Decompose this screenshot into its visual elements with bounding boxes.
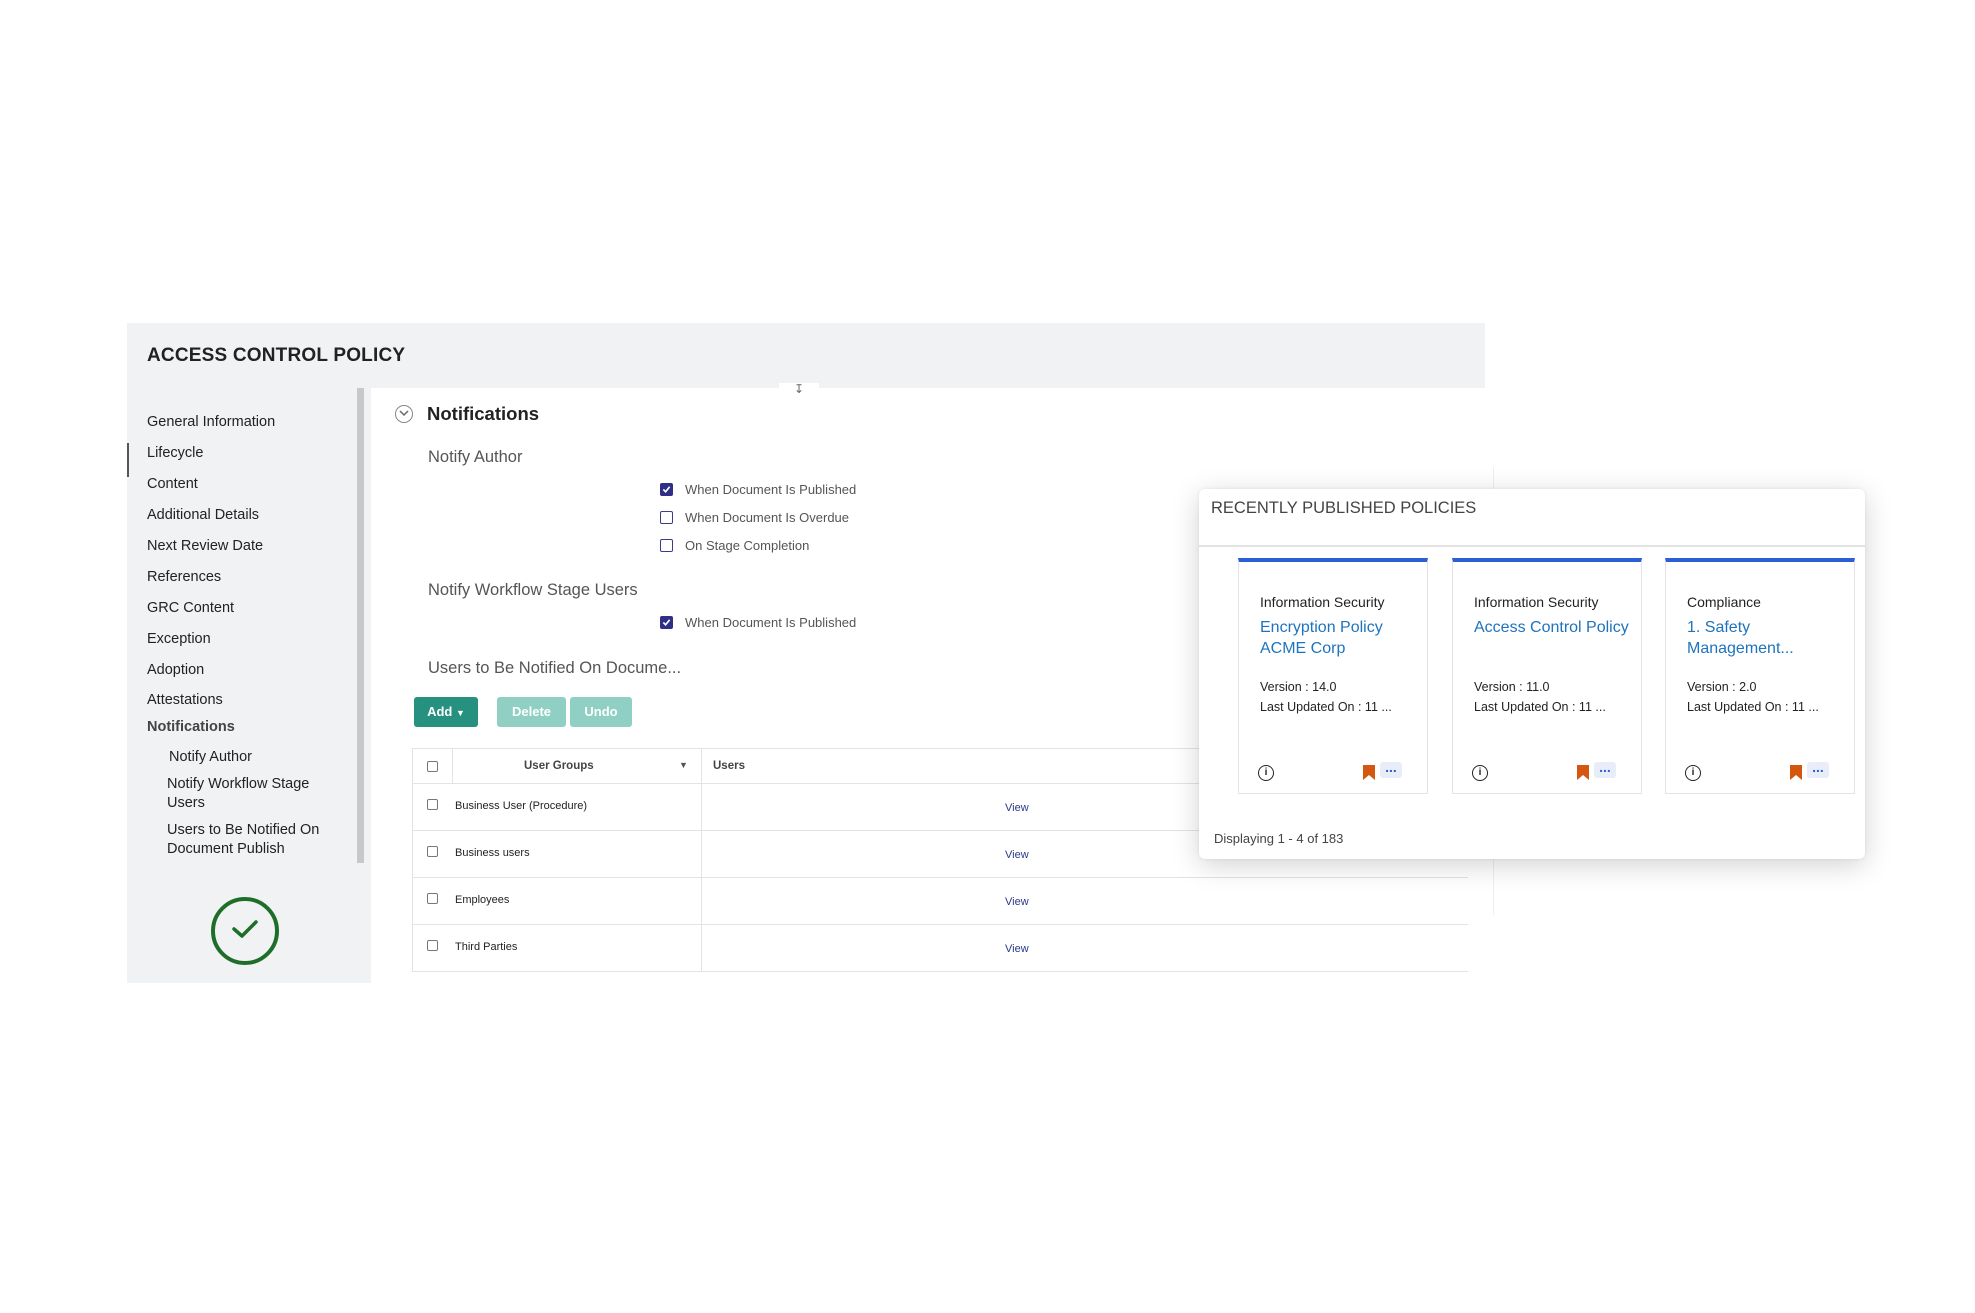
popup-divider <box>1199 545 1865 547</box>
card-policy-link[interactable]: Access Control Policy <box>1474 617 1634 638</box>
card-policy-link[interactable]: 1. Safety Management... <box>1687 617 1847 659</box>
collapse-chevron-icon[interactable] <box>395 405 413 423</box>
sidebar-item-adoption[interactable]: Adoption <box>147 662 204 678</box>
sort-caret-icon[interactable]: ▼ <box>679 760 688 770</box>
sidebar-item-next-review-date[interactable]: Next Review Date <box>147 538 263 554</box>
sidebar-item-lifecycle[interactable]: Lifecycle <box>147 445 203 461</box>
more-options-icon[interactable]: ... <box>1807 760 1829 778</box>
bookmark-icon[interactable] <box>1363 765 1375 780</box>
view-link[interactable]: View <box>1005 849 1029 861</box>
info-icon[interactable]: i <box>1472 765 1488 781</box>
more-options-icon[interactable]: ... <box>1380 760 1402 778</box>
view-link[interactable]: View <box>1005 943 1029 955</box>
card-category: Information Security <box>1260 594 1385 610</box>
row-checkbox[interactable] <box>427 799 438 810</box>
card-last-updated: Last Updated On : 11 ... <box>1260 700 1392 714</box>
checkbox-label: When Document Is Published <box>685 482 857 497</box>
checkbox-label: When Document Is Overdue <box>685 510 850 525</box>
sidebar-item-references[interactable]: References <box>147 569 221 585</box>
table-cell-group: Business users <box>455 847 530 859</box>
checkbox-author-stage-completion[interactable] <box>660 539 673 552</box>
row-checkbox[interactable] <box>427 846 438 857</box>
bookmark-icon[interactable] <box>1790 765 1802 780</box>
page-title: ACCESS CONTROL POLICY <box>147 345 406 366</box>
sidebar-item-exception[interactable]: Exception <box>147 631 211 647</box>
policy-card[interactable]: Compliance 1. Safety Management... Versi… <box>1665 558 1855 794</box>
sidebar-subitem-notify-workflow-stage-users[interactable]: Notify Workflow Stage Users <box>167 775 337 813</box>
notify-workflow-heading: Notify Workflow Stage Users <box>428 581 638 599</box>
policy-card[interactable]: Information Security Access Control Poli… <box>1452 558 1642 794</box>
table-cell-group: Third Parties <box>455 941 518 953</box>
card-category: Compliance <box>1687 594 1761 610</box>
sidebar-item-attestations[interactable]: Attestations <box>147 692 223 708</box>
sidebar-item-additional-details[interactable]: Additional Details <box>147 507 259 523</box>
add-button[interactable]: Add ▼ <box>414 697 478 727</box>
check-complete-icon <box>211 897 279 965</box>
caret-down-icon: ▼ <box>455 708 465 718</box>
popup-title: RECENTLY PUBLISHED POLICIES <box>1211 499 1477 517</box>
row-checkbox[interactable] <box>427 940 438 951</box>
card-last-updated: Last Updated On : 11 ... <box>1687 700 1819 714</box>
sidebar-item-content[interactable]: Content <box>147 476 198 492</box>
card-last-updated: Last Updated On : 11 ... <box>1474 700 1606 714</box>
card-category: Information Security <box>1474 594 1599 610</box>
column-header-users[interactable]: Users <box>713 760 745 772</box>
card-version: Version : 2.0 <box>1687 680 1757 694</box>
select-all-checkbox[interactable] <box>427 761 438 772</box>
section-title: Notifications <box>427 403 540 424</box>
table-border <box>412 877 1468 878</box>
sidebar-item-notifications[interactable]: Notifications <box>147 719 235 735</box>
checkbox-workflow-published[interactable] <box>660 616 673 629</box>
table-border <box>701 748 702 971</box>
view-link[interactable]: View <box>1005 802 1029 814</box>
column-header-user-groups[interactable]: User Groups <box>524 760 594 772</box>
pagination-status: Displaying 1 - 4 of 183 <box>1214 831 1344 846</box>
checkbox-author-published[interactable] <box>660 483 673 496</box>
add-button-label: Add <box>427 704 453 719</box>
sidebar-scrollbar[interactable] <box>357 388 364 863</box>
row-checkbox[interactable] <box>427 893 438 904</box>
table-border <box>412 748 413 971</box>
checkbox-label: On Stage Completion <box>685 538 810 553</box>
table-cell-group: Employees <box>455 894 510 906</box>
sidebar-subitem-notify-author[interactable]: Notify Author <box>169 748 339 767</box>
table-border <box>452 748 453 783</box>
card-version: Version : 11.0 <box>1474 680 1550 694</box>
info-icon[interactable]: i <box>1685 765 1701 781</box>
view-link[interactable]: View <box>1005 896 1029 908</box>
card-version: Version : 14.0 <box>1260 680 1337 694</box>
card-policy-link[interactable]: Encryption Policy ACME Corp <box>1260 617 1420 659</box>
info-icon[interactable]: i <box>1258 765 1274 781</box>
users-notified-heading: Users to Be Notified On Docume... <box>428 659 682 677</box>
table-border <box>412 924 1468 925</box>
sidebar-active-indicator <box>127 443 129 477</box>
checkbox-label: When Document Is Published <box>685 615 857 630</box>
sidebar-subitem-users-to-be-notified[interactable]: Users to Be Notified On Document Publish <box>167 821 347 859</box>
sidebar-item-general-information[interactable]: General Information <box>147 414 275 430</box>
undo-button[interactable]: Undo <box>570 697 632 727</box>
table-border <box>412 971 1468 972</box>
collapse-handle-icon[interactable]: ↧ <box>779 383 819 397</box>
table-cell-group: Business User (Procedure) <box>455 800 588 812</box>
more-options-icon[interactable]: ... <box>1594 760 1616 778</box>
policy-card[interactable]: Information Security Encryption Policy A… <box>1238 558 1428 794</box>
delete-button[interactable]: Delete <box>497 697 566 727</box>
sidebar-item-grc-content[interactable]: GRC Content <box>147 600 234 616</box>
checkbox-author-overdue[interactable] <box>660 511 673 524</box>
bookmark-icon[interactable] <box>1577 765 1589 780</box>
notify-author-heading: Notify Author <box>428 448 523 466</box>
